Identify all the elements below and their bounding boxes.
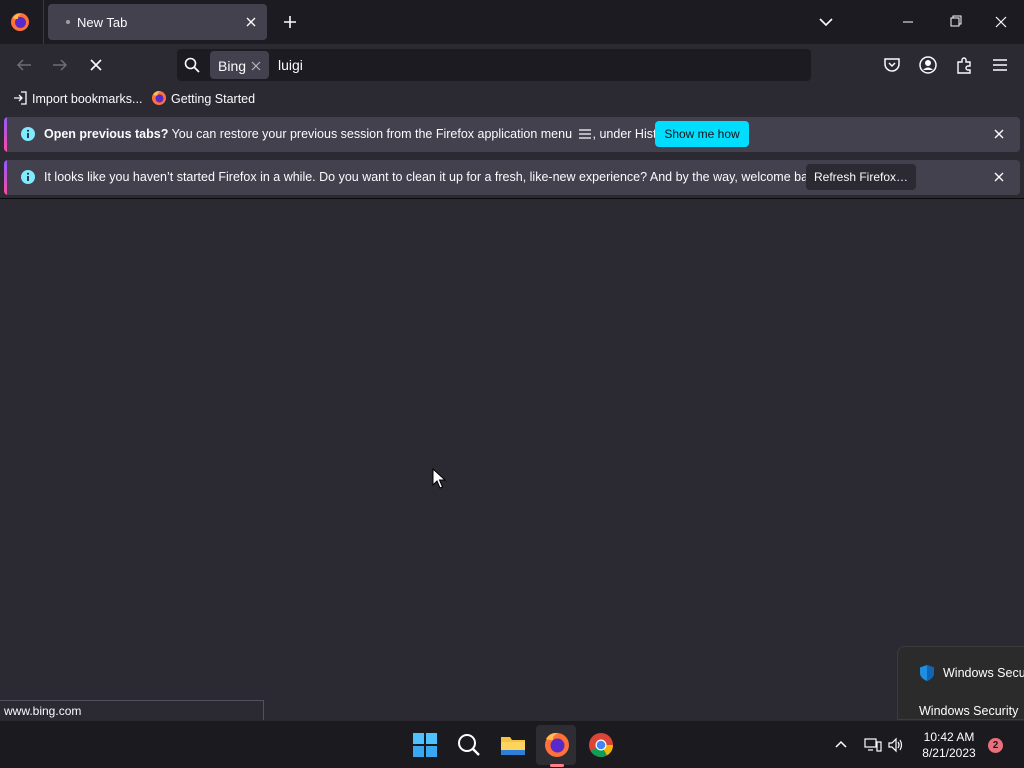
volume-icon[interactable] [887,736,905,754]
address-input[interactable]: luigi [278,57,303,73]
refresh-firefox-button[interactable]: Refresh Firefox… [806,164,916,190]
extensions-icon[interactable] [953,54,975,76]
remove-engine-icon[interactable] [250,59,262,71]
import-icon [12,90,28,109]
search-icon[interactable] [454,730,484,760]
clock-time: 10:42 AM [923,730,975,744]
search-icon [183,56,201,74]
search-engine-chip[interactable]: Bing [210,51,269,79]
taskbar-clock[interactable]: 10:42 AM 8/21/2023 [914,729,984,761]
status-url: www.bing.com [0,700,264,720]
network-icon[interactable] [864,736,882,754]
app-menu-inline-icon [578,128,591,142]
tab-separator [43,0,44,44]
notification-accent [4,160,7,195]
account-icon[interactable] [917,54,939,76]
clock-date: 8/21/2023 [922,746,976,760]
notification-message: Open previous tabs? You can restore your… [44,127,676,142]
shield-icon [919,664,935,682]
windows-security-toast[interactable]: Windows Security Windows Security [897,646,1024,720]
close-window-button[interactable] [988,12,1014,32]
notification-accent [4,117,7,152]
back-arrow-icon[interactable] [13,54,35,76]
refresh-firefox-notification: It looks like you haven’t started Firefo… [4,160,1020,195]
mouse-cursor-icon [432,467,447,490]
firefox-menu-icon[interactable] [10,12,30,32]
show-hidden-icons-chevron[interactable] [832,736,850,754]
title-bar: New Tab [0,0,1024,44]
close-icon[interactable] [992,127,1006,141]
search-engine-label: Bing [218,58,247,74]
bookmark-import[interactable]: Import bookmarks... [12,90,142,108]
tab-loading-dot [66,20,70,24]
info-icon [20,126,36,142]
navigation-toolbar: Bing luigi [0,44,1024,86]
firefox-icon [151,90,167,109]
session-restore-notification: Open previous tabs? You can restore your… [4,117,1020,152]
close-icon[interactable] [992,170,1006,184]
pocket-icon[interactable] [881,54,903,76]
taskbar: 10:42 AM 8/21/2023 2 [0,720,1024,768]
bookmarks-toolbar: Import bookmarks... Getting Started [0,86,1024,112]
close-tab-icon[interactable] [243,14,259,30]
notification-message: It looks like you haven’t started Firefo… [44,170,825,184]
toast-title: Windows Security [943,666,1024,680]
hamburger-menu-icon[interactable] [989,54,1011,76]
new-tab-button[interactable] [280,12,300,32]
stop-loading-icon[interactable] [85,54,107,76]
notification-text: You can restore your previous session fr… [171,127,573,141]
firefox-taskbar-icon[interactable] [542,730,572,760]
restore-button[interactable] [942,12,968,32]
minimize-button[interactable] [895,12,921,32]
active-indicator [550,764,564,767]
page-content-area[interactable] [0,199,1024,720]
notification-count-badge[interactable]: 2 [988,738,1003,753]
address-bar[interactable]: Bing luigi [177,49,811,81]
file-explorer-icon[interactable] [498,730,528,760]
list-all-tabs-icon[interactable] [816,12,836,32]
bookmark-getting-started[interactable]: Getting Started [151,90,255,108]
chrome-icon[interactable] [586,730,616,760]
start-windows-icon[interactable] [410,730,440,760]
info-icon [20,169,36,185]
tab-title: New Tab [77,15,128,30]
notification-title: Open previous tabs? [44,127,169,141]
bookmark-label: Import bookmarks... [32,92,143,106]
show-me-how-button[interactable]: Show me how [655,121,749,147]
toast-subtitle: Windows Security [919,704,1019,718]
bookmark-label: Getting Started [171,92,256,106]
forward-arrow-icon[interactable] [49,54,71,76]
tab-new-tab[interactable]: New Tab [48,4,267,40]
